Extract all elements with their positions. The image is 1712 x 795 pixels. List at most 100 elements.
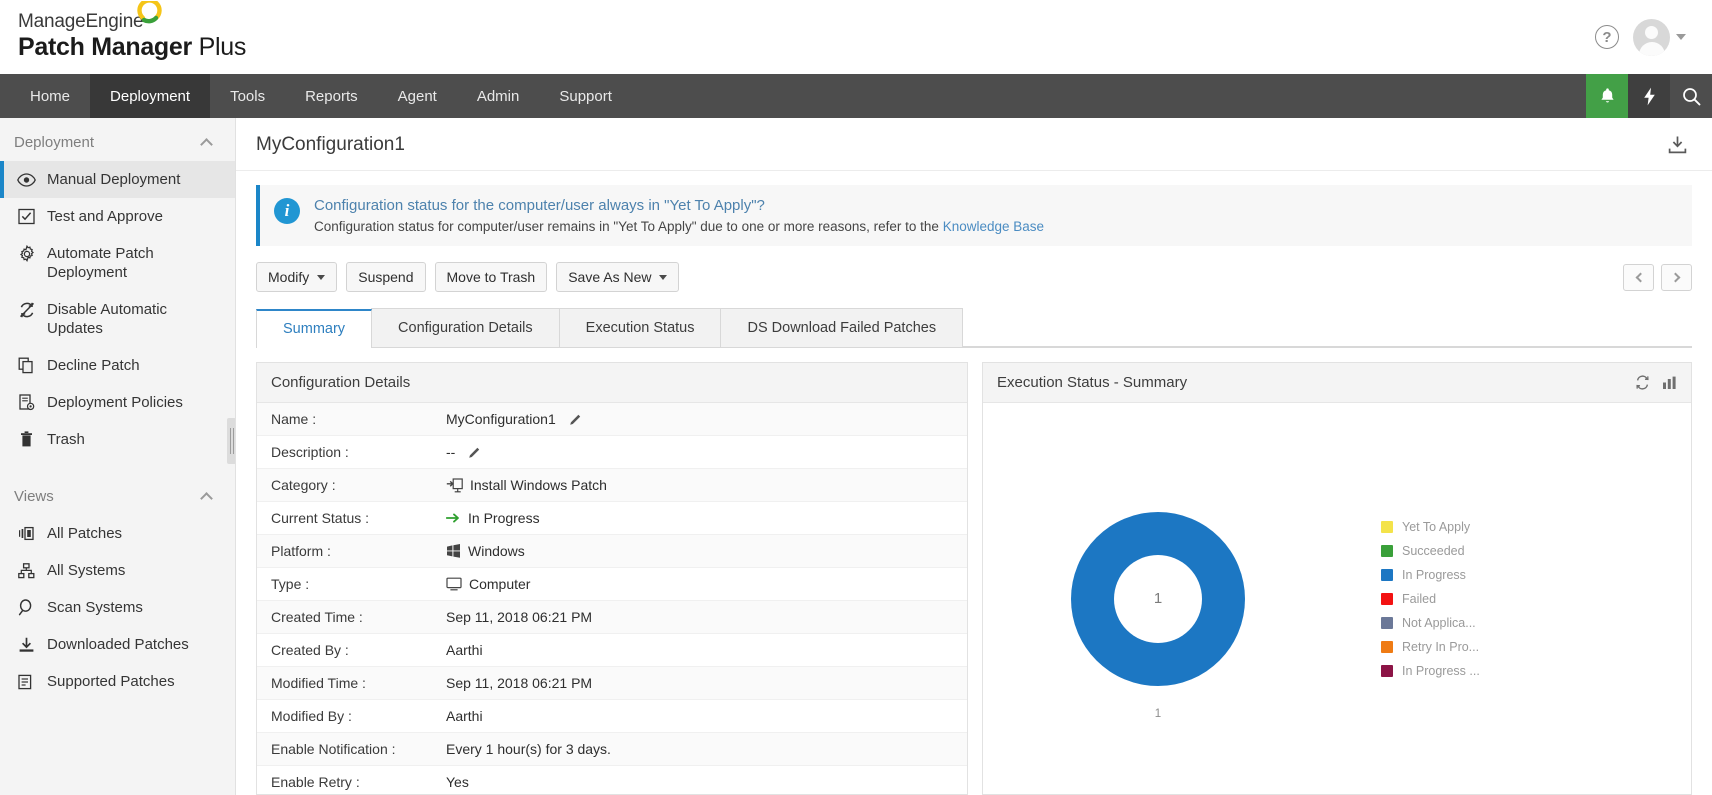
edit-pencil-icon[interactable] [468, 446, 481, 459]
sidebar-item-trash[interactable]: Trash [0, 421, 235, 458]
sidebar-resize-handle[interactable] [227, 418, 236, 464]
notification-bell-icon[interactable] [1586, 74, 1628, 118]
sidebar-item-manual-deployment[interactable]: Manual Deployment [0, 161, 235, 198]
legend-swatch [1381, 521, 1393, 533]
chevron-right-icon [1670, 272, 1680, 282]
sidebar-item-automate-patch-deployment[interactable]: Automate Patch Deployment [0, 235, 235, 291]
tab-summary[interactable]: Summary [256, 309, 372, 348]
nav-item-reports[interactable]: Reports [285, 74, 378, 118]
detail-key: Enable Notification : [271, 741, 446, 757]
detail-value: Sep 11, 2018 06:21 PM [446, 609, 592, 625]
donut-chart[interactable]: 1 [1071, 512, 1245, 686]
tab-configuration-details[interactable]: Configuration Details [371, 308, 560, 347]
legend-item-in-progress[interactable]: In Progress [1381, 568, 1480, 582]
legend-label: Failed [1402, 592, 1436, 606]
detail-value: Computer [469, 576, 530, 592]
info-banner-title[interactable]: Configuration status for the computer/us… [314, 197, 1044, 214]
legend-swatch [1381, 593, 1393, 605]
legend-swatch [1381, 569, 1393, 581]
info-banner-body: Configuration status for the computer/us… [314, 196, 1044, 234]
sidebar-item-label: Test and Approve [47, 207, 221, 226]
nav-item-tools[interactable]: Tools [210, 74, 285, 118]
detail-value-wrap: Windows [446, 543, 525, 559]
detail-key: Modified Time : [271, 675, 446, 691]
previous-record-button[interactable] [1623, 264, 1654, 291]
detail-key: Created By : [271, 642, 446, 658]
detail-value: Windows [468, 543, 525, 559]
document-gear-icon [17, 393, 36, 412]
sidebar-item-all-systems[interactable]: All Systems [0, 552, 235, 589]
nav-right-actions [1586, 74, 1712, 118]
legend-swatch [1381, 665, 1393, 677]
list-check-icon [17, 672, 36, 691]
detail-value-wrap: In Progress [446, 510, 540, 526]
knowledge-base-link[interactable]: Knowledge Base [943, 219, 1044, 234]
legend-item-in-progress-alt[interactable]: In Progress ... [1381, 664, 1480, 678]
sidebar-item-decline-patch[interactable]: Decline Patch [0, 347, 235, 384]
search-icon[interactable] [1670, 74, 1712, 118]
save-as-new-button[interactable]: Save As New [556, 262, 679, 292]
donut-center-value: 1 [1114, 555, 1202, 643]
sidebar-item-deployment-policies[interactable]: Deployment Policies [0, 384, 235, 421]
save-as-new-button-label: Save As New [568, 269, 651, 285]
brand-product-name: Patch Manager [18, 33, 192, 61]
detail-key: Name : [271, 411, 446, 427]
sidebar-group-deployment-header[interactable]: Deployment [0, 122, 235, 161]
sidebar-item-test-and-approve[interactable]: Test and Approve [0, 198, 235, 235]
detail-value: Install Windows Patch [470, 477, 607, 493]
avatar[interactable] [1633, 19, 1670, 56]
nav-item-agent[interactable]: Agent [378, 74, 457, 118]
brand-logo[interactable]: ManageEngine Patch Manager Plus [16, 12, 246, 62]
legend-item-not-applicable[interactable]: Not Applica... [1381, 616, 1480, 630]
tab-filler [962, 346, 1692, 347]
record-pager [1623, 264, 1692, 291]
chevron-up-icon[interactable] [200, 138, 213, 151]
modify-button[interactable]: Modify [256, 262, 337, 292]
sidebar: Deployment Manual Deployment [0, 118, 236, 795]
refresh-icon[interactable] [1635, 375, 1650, 390]
configuration-details-list: Name : MyConfiguration1 Description : [257, 403, 967, 794]
download-export-icon[interactable] [1667, 135, 1688, 155]
legend-item-failed[interactable]: Failed [1381, 592, 1480, 606]
nav-item-home[interactable]: Home [10, 74, 90, 118]
lightning-bolt-icon[interactable] [1628, 74, 1670, 118]
chevron-down-icon[interactable] [1676, 34, 1686, 40]
tab-ds-download-failed-patches[interactable]: DS Download Failed Patches [720, 308, 963, 347]
configuration-details-panel-title: Configuration Details [271, 374, 410, 391]
suspend-button[interactable]: Suspend [346, 262, 425, 292]
nav-item-support[interactable]: Support [539, 74, 632, 118]
tab-execution-status[interactable]: Execution Status [559, 308, 722, 347]
legend-swatch [1381, 545, 1393, 557]
eye-icon [17, 170, 36, 189]
detail-value-wrap: MyConfiguration1 [446, 411, 582, 427]
chevron-up-icon[interactable] [200, 492, 213, 505]
detail-value: -- [446, 444, 455, 460]
help-icon[interactable]: ? [1595, 25, 1619, 49]
configuration-details-panel: Configuration Details Name : MyConfigura… [256, 362, 968, 795]
next-record-button[interactable] [1661, 264, 1692, 291]
copy-stack-icon [17, 356, 36, 375]
nav-item-deployment[interactable]: Deployment [90, 74, 210, 118]
page-header: MyConfiguration1 [236, 118, 1712, 171]
move-to-trash-button[interactable]: Move to Trash [435, 262, 548, 292]
legend-item-retry-in-progress[interactable]: Retry In Pro... [1381, 640, 1480, 654]
sidebar-group-views-header[interactable]: Views [0, 476, 235, 515]
legend-item-succeeded[interactable]: Succeeded [1381, 544, 1480, 558]
detail-row-enable-retry: Enable Retry : Yes [257, 766, 967, 794]
sidebar-item-scan-systems[interactable]: Scan Systems [0, 589, 235, 626]
legend-label: Retry In Pro... [1402, 640, 1479, 654]
sidebar-item-disable-automatic-updates[interactable]: Disable Automatic Updates [0, 291, 235, 347]
sidebar-item-downloaded-patches[interactable]: Downloaded Patches [0, 626, 235, 663]
nav-item-admin[interactable]: Admin [457, 74, 540, 118]
detail-value: In Progress [468, 510, 540, 526]
legend-item-yet-to-apply[interactable]: Yet To Apply [1381, 520, 1480, 534]
header-actions: ? [1595, 19, 1686, 56]
sidebar-item-supported-patches[interactable]: Supported Patches [0, 663, 235, 700]
windows-icon [446, 544, 461, 558]
bar-chart-icon[interactable] [1662, 376, 1677, 390]
sidebar-item-all-patches[interactable]: All Patches [0, 515, 235, 552]
detail-value: Yes [446, 774, 469, 790]
edit-pencil-icon[interactable] [569, 413, 582, 426]
sidebar-item-label: Downloaded Patches [47, 635, 221, 654]
user-menu[interactable] [1633, 19, 1686, 56]
